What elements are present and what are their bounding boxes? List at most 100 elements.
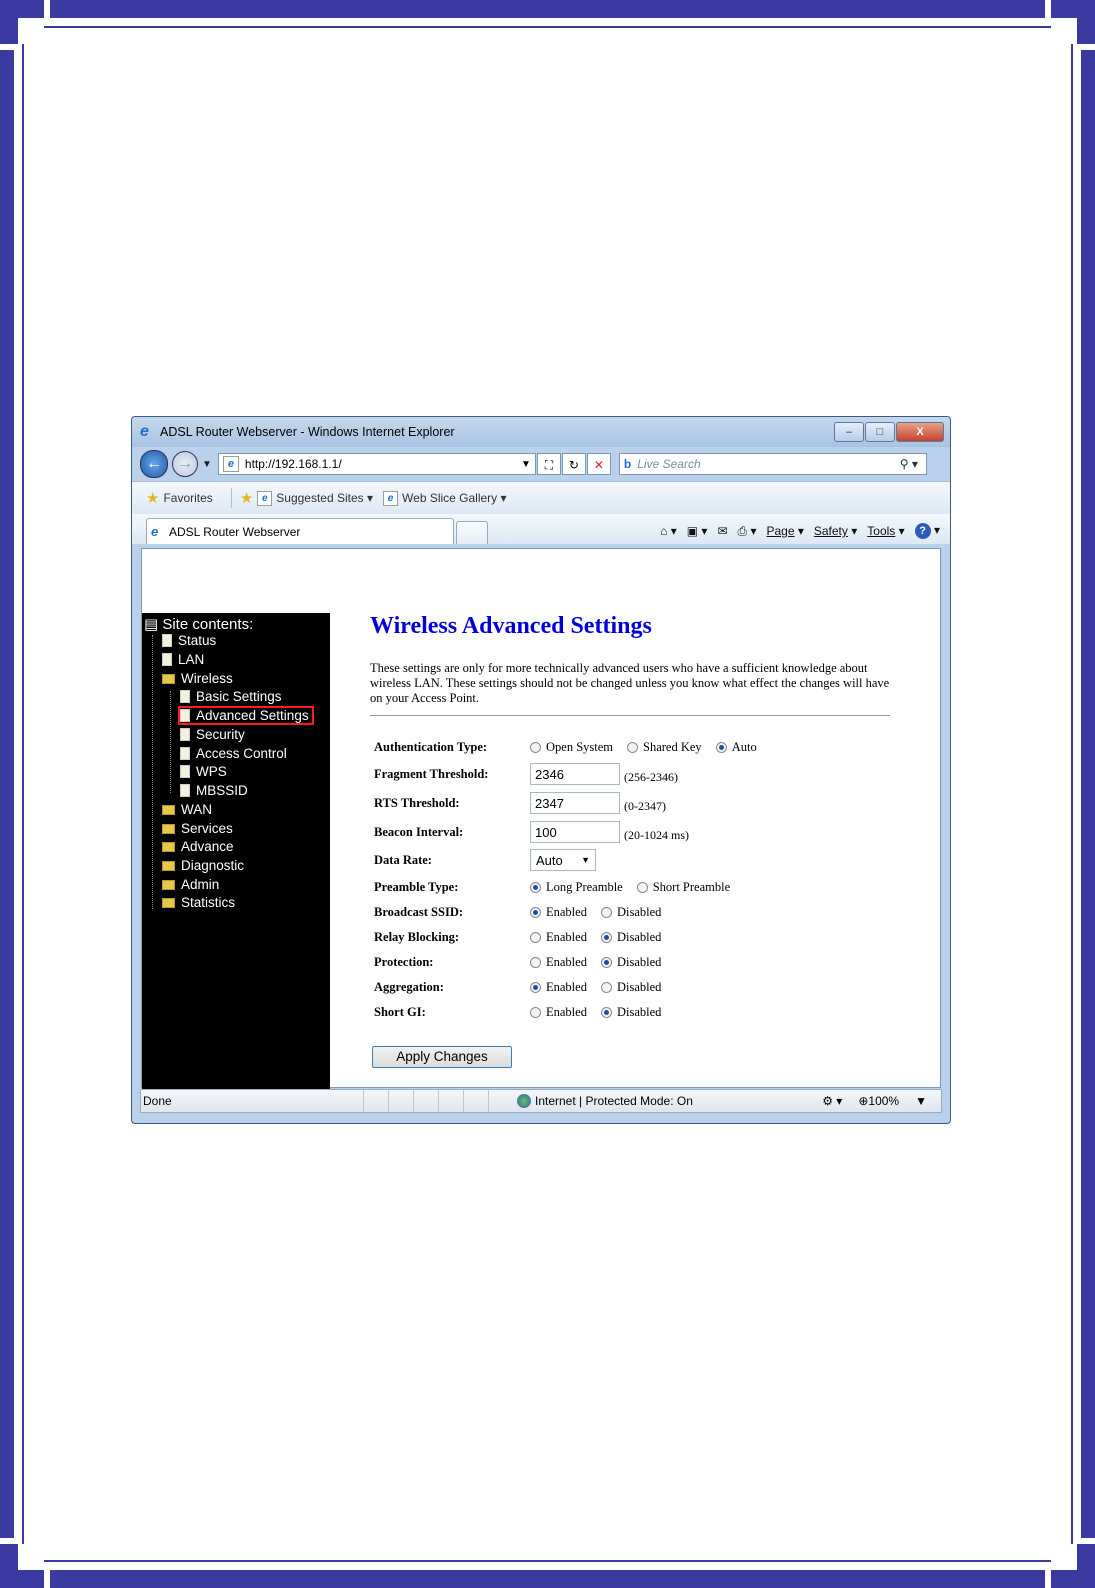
radio-icon — [600, 931, 612, 943]
radio-short-preamble[interactable]: Short Preamble — [636, 880, 730, 895]
tree-item-statistics[interactable]: Statistics — [162, 895, 235, 910]
close-button[interactable]: X — [896, 422, 944, 442]
compatibility-view-icon[interactable]: ⛶ — [536, 453, 561, 475]
address-url: http://192.168.1.1/ — [244, 457, 342, 471]
tree-item-access-control[interactable]: Access Control — [180, 746, 287, 761]
radio-disabled[interactable]: Disabled — [600, 1004, 662, 1020]
radio-icon — [530, 881, 541, 893]
tree-item-status[interactable]: Status — [162, 633, 216, 648]
radio-auto[interactable]: Auto — [715, 740, 757, 755]
row-fragment-threshold: Fragment Threshold: 2346 (256-2346) — [374, 763, 914, 785]
history-dropdown-icon[interactable]: ▼ — [202, 459, 212, 470]
title-bar[interactable]: e ADSL Router Webserver - Windows Intern… — [132, 417, 950, 447]
radio-label: Disabled — [616, 1004, 662, 1019]
radio-disabled[interactable]: Disabled — [600, 979, 662, 995]
favorites-button[interactable]: Favorites — [163, 491, 212, 505]
tree-item-label: Services — [181, 821, 233, 836]
radio-disabled[interactable]: Disabled — [600, 905, 661, 920]
document-icon — [162, 634, 172, 647]
page-description: These settings are only for more technic… — [370, 661, 890, 705]
web-slice-gallery-link[interactable]: e Web Slice Gallery ▾ — [383, 490, 507, 506]
ie-page-icon: e — [257, 490, 273, 506]
tree-item-wireless[interactable]: Wireless — [162, 671, 233, 686]
tree-item-mbssid[interactable]: MBSSID — [180, 783, 248, 798]
tree-item-basic-settings[interactable]: Basic Settings — [180, 689, 282, 704]
radio-icon — [600, 956, 612, 968]
tools-menu[interactable]: Tools ▾ — [867, 524, 904, 538]
protected-mode-icon[interactable]: ⚙ ▾ — [822, 1094, 842, 1108]
search-icon[interactable]: ⚲ ▾ — [900, 457, 918, 471]
page-menu[interactable]: Page ▾ — [766, 524, 803, 538]
data-rate-select[interactable]: Auto ▼ — [530, 849, 596, 871]
radio-icon — [600, 1006, 612, 1018]
document-icon — [162, 653, 172, 666]
tree-item-advance[interactable]: Advance — [162, 839, 234, 854]
zoom-level[interactable]: 100% — [868, 1094, 899, 1108]
security-zone[interactable]: Internet | Protected Mode: On — [513, 1094, 693, 1108]
feeds-icon[interactable]: ▣ ▾ — [687, 524, 708, 538]
field-label: Aggregation: — [374, 979, 444, 994]
mail-icon[interactable]: ✉ — [717, 524, 727, 538]
forward-button[interactable]: → — [172, 451, 198, 477]
field-label: Beacon Interval: — [374, 824, 464, 839]
help-menu[interactable]: ? ▾ — [914, 523, 940, 539]
address-bar[interactable]: e http://192.168.1.1/ ▼ — [217, 453, 536, 475]
radio-label: Long Preamble — [546, 879, 623, 894]
radio-label: Disabled — [616, 979, 662, 994]
tree-item-admin[interactable]: Admin — [162, 877, 219, 892]
tree-item-wps[interactable]: WPS — [180, 764, 227, 779]
fragment-threshold-input[interactable]: 2346 — [530, 763, 620, 785]
tree-item-services[interactable]: Services — [162, 821, 233, 836]
page-corner-bottom-left — [0, 1544, 44, 1588]
home-icon[interactable]: ⌂ ▾ — [660, 524, 677, 538]
field-label: Fragment Threshold: — [374, 766, 489, 781]
radio-enabled[interactable]: Enabled — [530, 1005, 587, 1020]
tree-item-diagnostic[interactable]: Diagnostic — [162, 858, 244, 873]
apply-changes-button[interactable]: Apply Changes — [372, 1046, 512, 1068]
suggested-sites-link[interactable]: e Suggested Sites ▾ — [257, 490, 373, 506]
zone-label: Internet | Protected Mode: On — [535, 1094, 693, 1108]
tree-item-label: Wireless — [181, 671, 233, 686]
refresh-icon[interactable]: ↻ — [561, 453, 586, 475]
zoom-dropdown-icon[interactable]: ▼ — [915, 1094, 927, 1108]
safety-menu[interactable]: Safety ▾ — [814, 524, 857, 538]
rts-threshold-input[interactable]: 2347 — [530, 792, 620, 814]
radio-enabled[interactable]: Enabled — [530, 980, 587, 995]
tree-item-wan[interactable]: WAN — [162, 802, 212, 817]
radio-disabled[interactable]: Disabled — [600, 930, 661, 945]
document-icon — [180, 765, 190, 778]
radio-enabled[interactable]: Enabled — [530, 905, 587, 920]
tools-menu-label: Tools — [867, 524, 896, 538]
address-dropdown-icon[interactable]: ▼ — [521, 459, 531, 470]
row-relay-blocking: Relay Blocking: Enabled Disabled — [374, 926, 914, 948]
radio-open-system[interactable]: Open System — [530, 740, 613, 755]
web-slice-gallery-label: Web Slice Gallery — [402, 491, 498, 505]
tab-adsl-router[interactable]: e ADSL Router Webserver — [146, 518, 454, 544]
radio-icon — [530, 906, 541, 918]
tree-item-lan[interactable]: LAN — [162, 652, 204, 667]
search-input[interactable]: b Live Search ⚲ ▾ — [618, 453, 927, 475]
add-favorite-icon[interactable]: ★ — [240, 489, 253, 507]
radio-shared-key[interactable]: Shared Key — [627, 740, 702, 755]
folder-icon — [162, 897, 175, 908]
beacon-interval-input[interactable]: 100 — [530, 821, 620, 843]
new-tab-button[interactable] — [456, 521, 488, 544]
minimize-button[interactable]: – — [834, 422, 864, 442]
back-button[interactable]: ← — [140, 450, 168, 478]
maximize-button[interactable]: □ — [865, 422, 895, 442]
help-icon: ? — [914, 523, 931, 539]
tree-item-advanced-settings[interactable]: Advanced Settings — [178, 706, 314, 725]
radio-label: Disabled — [616, 954, 662, 969]
print-icon[interactable]: ⎙ ▾ — [738, 524, 757, 539]
radio-enabled[interactable]: Enabled — [530, 930, 587, 945]
stop-icon[interactable]: ✕ — [586, 453, 611, 475]
radio-disabled[interactable]: Disabled — [600, 954, 662, 970]
radio-enabled[interactable]: Enabled — [530, 955, 587, 970]
range-hint: (20-1024 ms) — [624, 827, 689, 842]
tree-item-security[interactable]: Security — [180, 727, 245, 742]
radio-label: Enabled — [546, 979, 587, 994]
field-label: Preamble Type: — [374, 879, 459, 894]
radio-long-preamble[interactable]: Long Preamble — [530, 880, 623, 895]
page-corner-top-right — [1051, 0, 1095, 44]
page-menu-label: Page — [766, 524, 795, 538]
